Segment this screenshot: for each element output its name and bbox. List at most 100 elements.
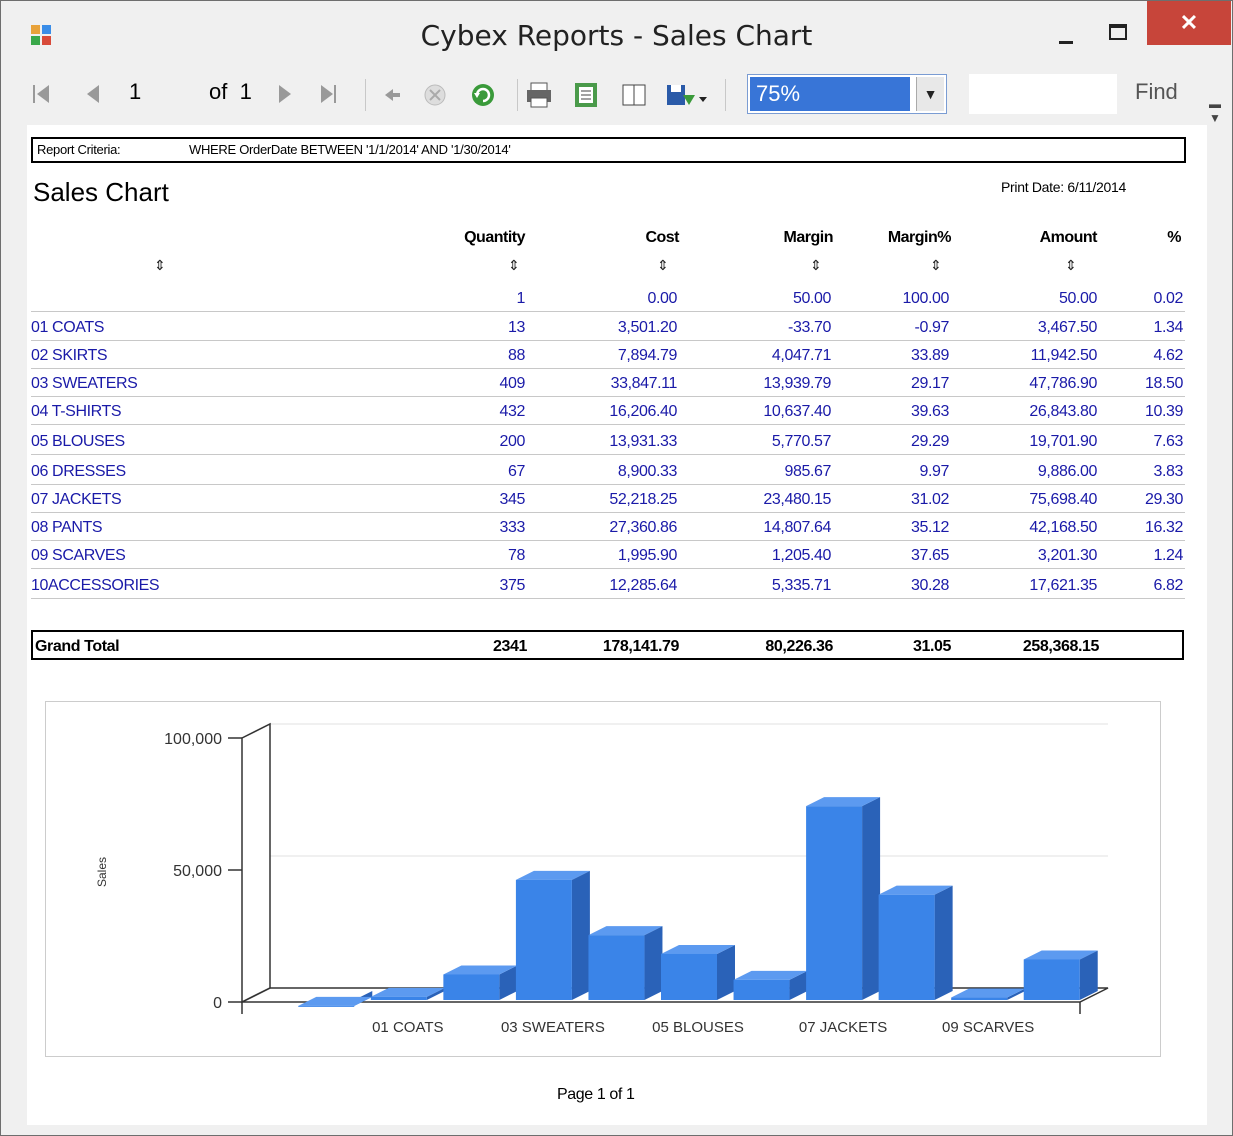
criteria-label: Report Criteria: (37, 142, 121, 157)
cell-margin-pct: 30.28 (910, 577, 949, 594)
table-row[interactable]: 05 BLOUSES 200 13,931.33 5,770.57 29.29 19,70… (31, 427, 1185, 455)
last-page-icon[interactable] (321, 85, 336, 103)
bar-top (298, 996, 373, 1006)
cell-category[interactable]: 01 COATS (31, 319, 104, 337)
col-header-quantity[interactable]: Quantity (421, 229, 525, 247)
bar-side (862, 797, 881, 1000)
cell-cost: 27,360.86 (609, 519, 677, 536)
cell-margin: 23,480.15 (763, 491, 831, 508)
cell-quantity: 13 (508, 319, 525, 336)
table-row[interactable]: 04 T-SHIRTS 432 16,206.40 10,637.40 39.63 26,… (31, 397, 1185, 425)
sort-icon[interactable]: ⇕ (810, 257, 822, 274)
nav-toolbar-right (279, 85, 336, 103)
cell-quantity: 200 (499, 433, 526, 450)
table-row[interactable]: 02 SKIRTS 88 7,894.79 4,047.71 33.89 11,942.5… (31, 341, 1185, 369)
bar-side (644, 926, 663, 1000)
toolbar-separator (725, 79, 726, 111)
cell-category[interactable]: 02 SKIRTS (31, 347, 108, 365)
back-icon[interactable] (385, 89, 400, 101)
table-row[interactable]: 01 COATS 13 3,501.20 -33.70 -0.97 3,467.50 1.3… (31, 313, 1185, 341)
col-header-amount[interactable]: Amount (961, 229, 1098, 247)
bar (878, 894, 935, 1000)
cell-amount: 9,886.00 (1037, 463, 1097, 480)
toolbar-overflow-icon[interactable]: ▬ ▼ (1209, 97, 1221, 125)
zoom-select[interactable]: 75% ▼ (747, 74, 947, 114)
bar-side (934, 885, 953, 1000)
export-icon[interactable] (667, 85, 707, 105)
y-tick-label: 0 (213, 995, 222, 1012)
page-total: 1 (239, 79, 252, 104)
page-number-input[interactable]: 1 (129, 79, 189, 105)
table-row[interactable]: 06 DRESSES 67 8,900.33 985.67 9.97 9,886.00 3.… (31, 457, 1185, 485)
cell-pct: 0.02 (1153, 290, 1183, 307)
close-button[interactable]: ✕ (1147, 1, 1231, 45)
col-header-cost[interactable]: Cost (541, 229, 679, 247)
next-page-icon[interactable] (279, 85, 291, 103)
cell-category[interactable]: 09 SCARVES (31, 547, 126, 565)
table-row[interactable]: 10ACCESSORIES 375 12,285.64 5,335.71 30.28 17… (31, 571, 1185, 599)
cell-pct: 16.32 (1144, 519, 1183, 536)
first-page-icon[interactable] (33, 85, 49, 103)
table-row[interactable]: 09 SCARVES 78 1,995.90 1,205.40 37.65 3,201.3… (31, 541, 1185, 569)
print-layout-icon[interactable] (575, 83, 597, 107)
previous-page-icon[interactable] (87, 85, 99, 103)
title-bar: Cybex Reports - Sales Chart ✕ (1, 1, 1232, 65)
cell-quantity: 78 (508, 547, 525, 564)
minimize-button[interactable] (1041, 11, 1091, 55)
col-header-margin-pct[interactable]: Margin% (841, 229, 952, 247)
cell-category[interactable]: 04 T-SHIRTS (31, 403, 122, 421)
table-row[interactable]: 08 PANTS 333 27,360.86 14,807.64 35.12 42,168… (31, 513, 1185, 541)
find-button[interactable]: Find (1135, 79, 1178, 105)
cell-category[interactable]: 05 BLOUSES (31, 433, 125, 451)
table-row[interactable]: 03 SWEATERS 409 33,847.11 13,939.79 29.17 47,… (31, 369, 1185, 397)
cell-quantity: 432 (499, 403, 526, 420)
cell-category[interactable]: 08 PANTS (31, 519, 103, 537)
sort-icon[interactable]: ⇕ (1065, 257, 1077, 274)
print-icon[interactable] (527, 82, 551, 108)
cell-margin-pct: 9.97 (919, 463, 949, 480)
table-row[interactable]: 07 JACKETS 345 52,218.25 23,480.15 31.02 75,6… (31, 485, 1185, 513)
cell-pct: 1.24 (1153, 547, 1183, 564)
col-header-margin[interactable]: Margin (701, 229, 834, 247)
bar (661, 953, 717, 1000)
cell-amount: 26,843.80 (1029, 403, 1097, 420)
cell-cost: 52,218.25 (609, 491, 677, 508)
cell-pct: 6.82 (1153, 577, 1183, 594)
grand-total-quantity: 2341 (493, 638, 527, 655)
cell-quantity: 375 (499, 577, 526, 594)
sort-icon[interactable]: ⇕ (930, 257, 942, 274)
grand-total-margin: 80,226.36 (765, 638, 833, 655)
grand-total-row: Grand Total 2341 178,141.79 80,226.36 31… (31, 630, 1184, 660)
zoom-value: 75% (750, 77, 910, 111)
sort-icon[interactable]: ⇕ (154, 257, 166, 274)
cell-cost: 16,206.40 (609, 403, 677, 420)
bar (515, 879, 572, 1000)
col-header-pct[interactable]: % (1121, 229, 1181, 247)
cell-category[interactable]: 07 JACKETS (31, 491, 122, 509)
chevron-down-icon[interactable]: ▼ (916, 77, 944, 111)
cell-cost: 33,847.11 (610, 375, 678, 392)
x-tick-label: 03 SWEATERS (501, 1019, 605, 1036)
cell-margin-pct: 39.63 (910, 403, 949, 420)
find-input[interactable] (969, 74, 1117, 114)
cell-margin: 13,939.79 (763, 375, 831, 392)
cell-category[interactable]: 03 SWEATERS (31, 375, 138, 393)
grand-total-margin-pct: 31.05 (912, 638, 951, 655)
page-setup-icon[interactable] (622, 84, 646, 106)
grand-total-cost: 178,141.79 (602, 638, 679, 655)
sort-icon[interactable]: ⇕ (508, 257, 520, 274)
cell-margin: 10,637.40 (763, 403, 831, 420)
refresh-icon[interactable] (472, 84, 494, 106)
cell-amount: 3,467.50 (1037, 319, 1097, 336)
report-criteria: Report Criteria: WHERE OrderDate BETWEEN … (31, 137, 1186, 163)
cell-margin-pct: -0.97 (914, 319, 950, 336)
table-row[interactable]: 1 0.00 50.00 100.00 50.00 0.02 (31, 284, 1185, 312)
maximize-button[interactable] (1093, 11, 1143, 55)
toolbar-separator (365, 79, 366, 111)
cell-pct: 29.30 (1144, 491, 1183, 508)
sort-icon[interactable]: ⇕ (657, 257, 669, 274)
cell-category[interactable]: 06 DRESSES (31, 463, 126, 481)
cell-category[interactable]: 10ACCESSORIES (31, 577, 160, 595)
cell-amount: 3,201.30 (1037, 547, 1097, 564)
stop-icon[interactable] (424, 84, 446, 106)
